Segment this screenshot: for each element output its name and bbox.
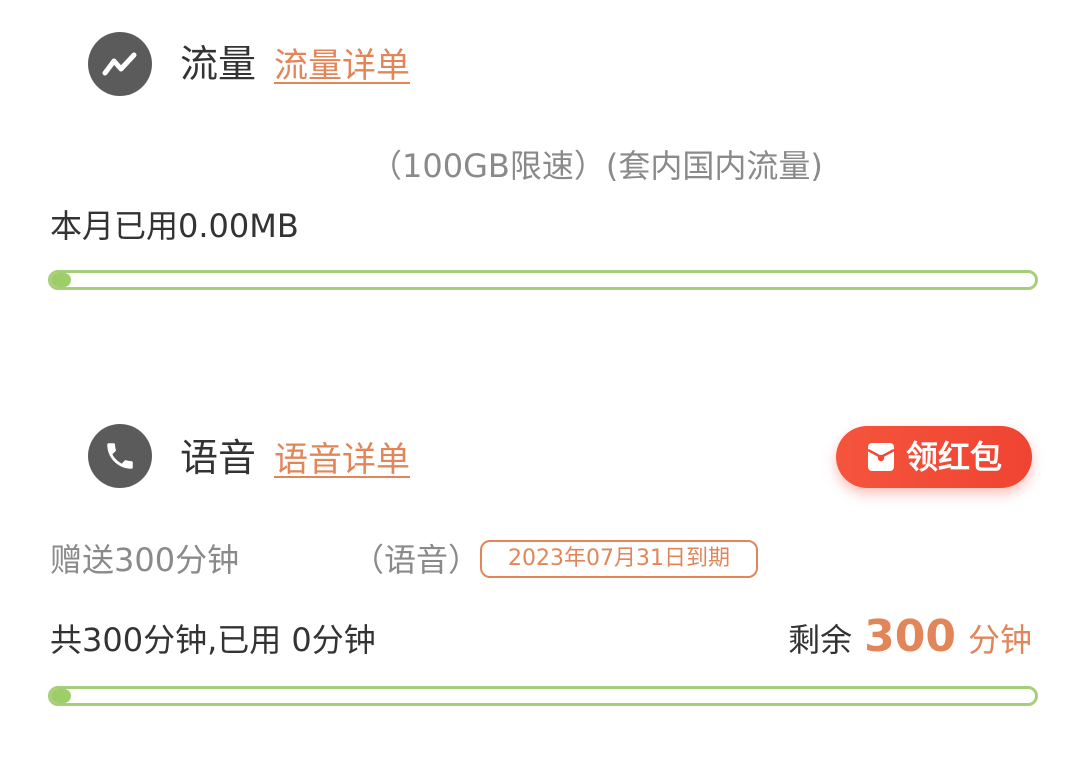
voice-gift-text: 赠送300分钟: [50, 541, 240, 579]
data-detail-link[interactable]: 流量详单: [274, 44, 410, 88]
red-packet-button-label: 领红包: [905, 438, 1002, 476]
voice-usage-progress-bar: [48, 686, 1038, 706]
remaining-label: 剩余: [788, 621, 853, 659]
data-package-label: （100GB限速）(套内国内流量): [370, 147, 823, 185]
voice-category-label: （语音）: [352, 541, 481, 579]
voice-usage-progress-fill: [51, 689, 71, 703]
expiry-badge: 2023年07月31日到期: [480, 540, 758, 578]
data-usage-progress-fill: [51, 273, 71, 287]
data-section-title: 流量: [180, 42, 257, 86]
voice-detail-link[interactable]: 语音详单: [274, 438, 410, 482]
voice-remaining: 剩余 300 分钟: [788, 612, 1032, 662]
data-used-text: 本月已用0.00MB: [50, 207, 299, 245]
data-trend-icon: [88, 32, 152, 96]
voice-section-title: 语音: [180, 436, 257, 480]
voice-usage-summary: 共300分钟,已用 0分钟: [50, 621, 376, 659]
expiry-badge-text: 2023年07月31日到期: [508, 546, 730, 571]
data-usage-progress-bar: [48, 270, 1038, 290]
red-packet-button[interactable]: 领红包: [836, 426, 1032, 488]
phone-icon: [88, 424, 152, 488]
red-envelope-icon: [866, 441, 896, 473]
remaining-unit: 分钟: [967, 621, 1032, 659]
remaining-value: 300: [864, 611, 956, 662]
